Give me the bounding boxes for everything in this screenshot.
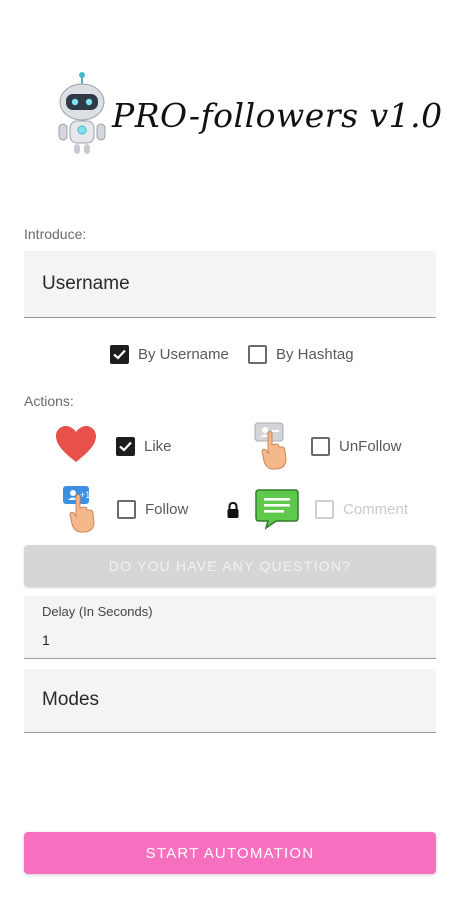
delay-input[interactable]: Delay (In Seconds) 1 [24,596,436,659]
unfollow-hand-icon [252,421,292,471]
username-input[interactable]: Username [24,251,436,318]
delay-label: Delay (In Seconds) [42,604,153,619]
modes-select[interactable]: Modes [24,669,436,733]
checkmark-icon [113,349,126,360]
modes-placeholder: Modes [42,689,100,710]
svg-text:+1: +1 [80,490,90,500]
lock-icon [226,501,240,519]
introduce-label: Introduce: [24,226,87,242]
delay-value: 1 [42,632,50,648]
app-title: PRO-followers v1.0 [112,96,443,135]
comment-checkbox[interactable] [315,500,334,519]
actions-label: Actions: [24,393,74,409]
username-placeholder: Username [42,273,130,294]
follow-label: Follow [145,501,189,518]
by-username-checkbox[interactable] [110,345,129,364]
robot-mascot-icon [52,72,112,158]
heart-icon [54,424,98,464]
checkmark-icon [119,441,132,452]
like-label: Like [144,438,172,455]
follow-hand-icon: +1 [60,484,100,534]
unfollow-checkbox[interactable] [311,437,330,456]
start-automation-button[interactable]: START AUTOMATION [24,832,436,874]
by-hashtag-checkbox[interactable] [248,345,267,364]
by-username-label: By Username [138,346,229,363]
comment-bubble-icon [254,488,300,530]
question-button[interactable]: DO YOU HAVE ANY QUESTION? [24,545,436,587]
unfollow-label: UnFollow [339,438,402,455]
comment-label: Comment [343,501,409,518]
follow-checkbox[interactable] [117,500,136,519]
by-hashtag-label: By Hashtag [276,346,354,363]
like-checkbox[interactable] [116,437,135,456]
